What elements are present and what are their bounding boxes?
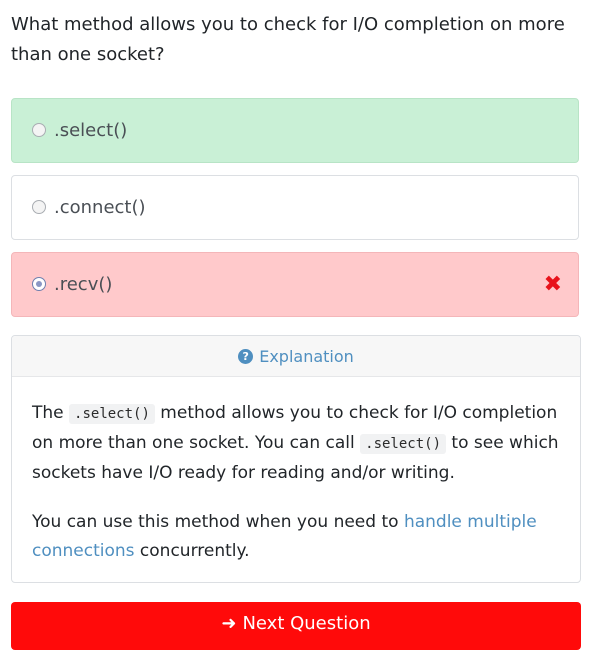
- answer-option-label: .select(): [54, 120, 128, 141]
- wrong-answer-icon: ✖: [543, 272, 562, 297]
- radio-button[interactable]: [32, 123, 46, 137]
- explanation-text: You can use this method when you need to: [32, 512, 404, 532]
- question-circle-icon: ?: [238, 348, 254, 364]
- question-text: What method allows you to check for I/O …: [11, 14, 565, 65]
- explanation-card: ? Explanation The .select() method allow…: [11, 335, 581, 583]
- answer-option-label: .recv(): [54, 274, 113, 295]
- explanation-toggle[interactable]: ? Explanation: [12, 336, 580, 377]
- next-question-label: Next Question: [242, 613, 371, 634]
- arrow-right-icon: ➜: [221, 613, 237, 634]
- answer-option-label: .connect(): [54, 197, 146, 218]
- explanation-text: concurrently.: [134, 541, 250, 561]
- explanation-body: The .select() method allows you to check…: [12, 377, 580, 566]
- explanation-paragraph: The .select() method allows you to check…: [32, 399, 560, 488]
- answer-option-recv[interactable]: .recv() ✖: [11, 252, 579, 317]
- next-question-button[interactable]: ➜ Next Question: [11, 602, 581, 650]
- explanation-header-label: Explanation: [259, 346, 354, 366]
- radio-button-selected[interactable]: [32, 277, 46, 291]
- explanation-text: The: [32, 403, 70, 423]
- answer-option-select[interactable]: .select(): [11, 98, 579, 163]
- radio-button[interactable]: [32, 200, 46, 214]
- code-snippet: .select(): [360, 434, 446, 454]
- explanation-paragraph: You can use this method when you need to…: [32, 508, 560, 566]
- code-snippet: .select(): [69, 404, 155, 424]
- answer-option-connect[interactable]: .connect(): [11, 175, 579, 240]
